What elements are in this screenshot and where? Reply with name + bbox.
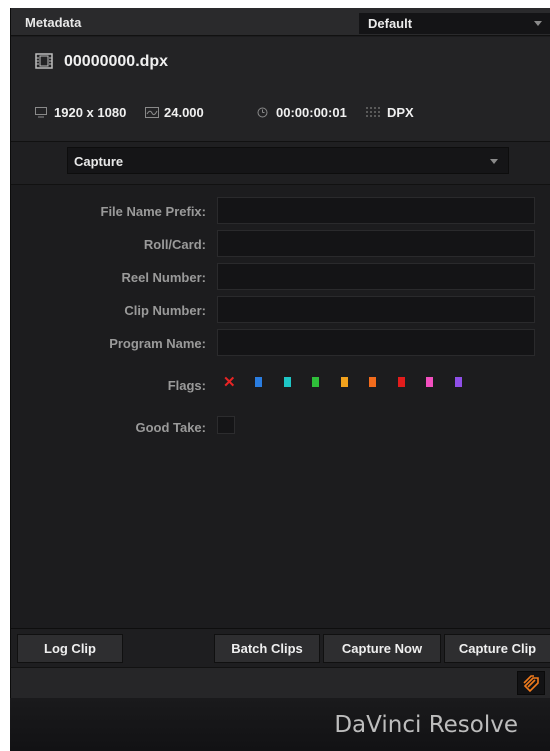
format-grid-icon <box>366 107 380 117</box>
clip-number-label: Clip Number: <box>124 303 206 318</box>
chevron-down-icon <box>534 21 542 26</box>
reel-number-label: Reel Number: <box>121 270 206 285</box>
reel-number-input[interactable] <box>217 263 535 290</box>
status-strip <box>11 667 550 698</box>
batch-clips-button[interactable]: Batch Clips <box>214 634 320 663</box>
flag-pink-icon[interactable] <box>426 377 433 390</box>
capture-mode-row: Capture <box>11 142 550 185</box>
flag-orange-icon[interactable] <box>369 377 376 390</box>
chevron-down-icon <box>490 159 498 164</box>
waveform-icon <box>145 107 159 118</box>
flag-yellow-icon[interactable] <box>340 377 348 390</box>
program-name-input[interactable] <box>217 329 535 356</box>
clock-icon <box>257 107 268 118</box>
clip-info: 00000000.dpx 1920 x 1080 24.000 00:00:00… <box>11 37 550 142</box>
clip-filename: 00000000.dpx <box>64 53 169 70</box>
good-take-checkbox[interactable] <box>217 416 235 434</box>
clip-framerate: 24.000 <box>164 105 204 120</box>
app-brand: DaVinci Resolve <box>334 712 518 738</box>
clear-flags-icon[interactable]: ✕ <box>223 373 236 391</box>
metadata-panel: Metadata Default 00000000.dpx 1920 x 108… <box>10 8 550 698</box>
preset-label: Default <box>368 16 413 31</box>
capture-mode-label: Capture <box>74 154 124 169</box>
panel-title: Metadata <box>25 15 82 30</box>
file-name-prefix-input[interactable] <box>217 197 535 224</box>
capture-mode-dropdown[interactable]: Capture <box>67 147 509 174</box>
flag-red-icon[interactable] <box>397 377 405 390</box>
film-icon <box>35 53 53 69</box>
preset-dropdown[interactable]: Default <box>359 13 550 34</box>
app-bottom-bar: DaVinci Resolve <box>10 698 550 751</box>
monitor-icon <box>35 107 47 118</box>
roll-card-input[interactable] <box>217 230 535 257</box>
good-take-label: Good Take: <box>135 420 206 435</box>
flag-green-icon[interactable] <box>312 377 319 390</box>
flag-cyan-icon[interactable] <box>283 377 291 390</box>
flag-purple-icon[interactable] <box>454 377 462 390</box>
roll-card-label: Roll/Card: <box>143 237 206 252</box>
clip-resolution: 1920 x 1080 <box>54 105 127 120</box>
panel-header: Metadata Default <box>11 8 550 36</box>
file-name-prefix-label: File Name Prefix: <box>100 204 207 219</box>
log-clip-button[interactable]: Log Clip <box>17 634 123 663</box>
clip-number-input[interactable] <box>217 296 535 323</box>
flags-label: Flags: <box>167 378 206 393</box>
program-name-label: Program Name: <box>109 336 206 351</box>
flag-blue-icon[interactable] <box>255 377 262 390</box>
tag-icon <box>523 675 539 693</box>
capture-now-button[interactable]: Capture Now <box>323 634 441 663</box>
action-footer: Log Clip Batch Clips Capture Now Capture… <box>11 628 550 698</box>
tag-button[interactable] <box>517 671 545 695</box>
clip-timecode: 00:00:00:01 <box>276 105 347 120</box>
capture-clip-button[interactable]: Capture Clip <box>444 634 550 663</box>
clip-format: DPX <box>387 105 414 120</box>
